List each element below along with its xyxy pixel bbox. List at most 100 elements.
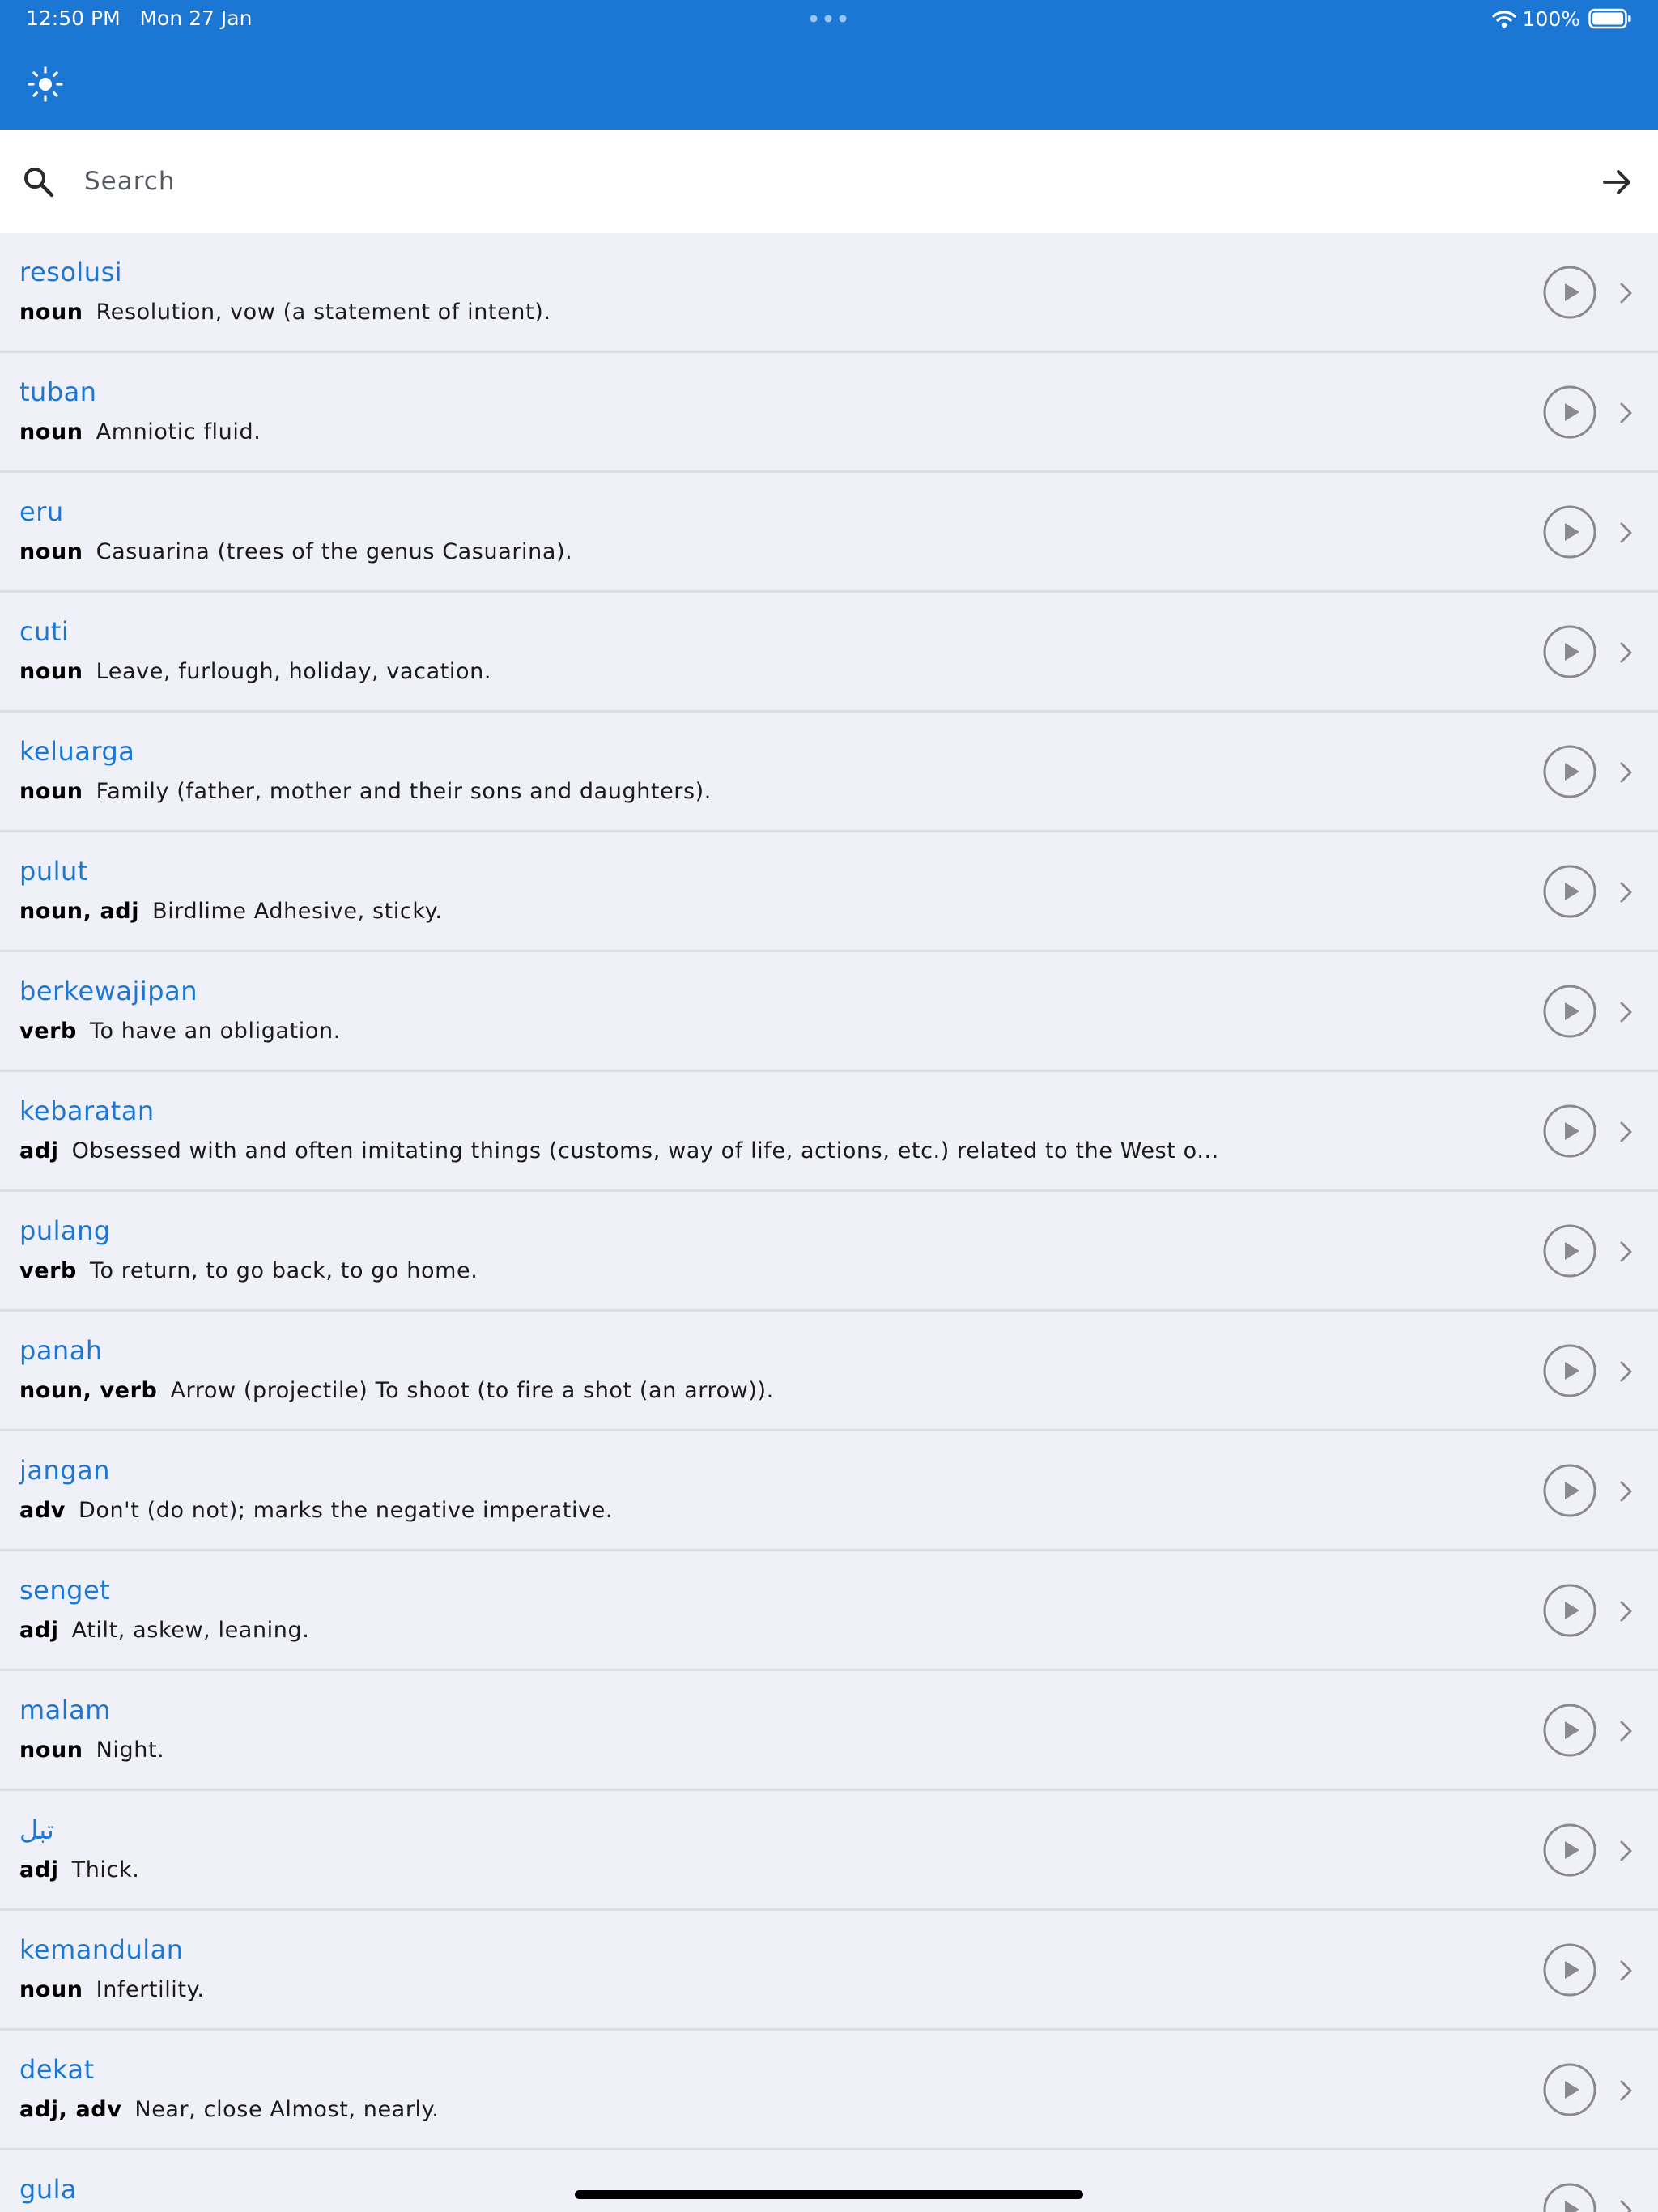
list-item[interactable]: jangan adv Don't (do not); marks the nega… xyxy=(0,1431,1658,1551)
list-item[interactable]: تبل adj Thick. xyxy=(0,1791,1658,1911)
list-item[interactable]: keluarga noun Family (father, mother and … xyxy=(0,713,1658,832)
entry-definition: Atilt, askew, leaning. xyxy=(71,1618,310,1643)
entry-definition-line: noun, verb Arrow (projectile) To shoot (t… xyxy=(19,1376,774,1406)
entry-part-of-speech: noun, adj xyxy=(19,899,140,924)
chevron-right-icon[interactable] xyxy=(1614,1716,1637,1746)
play-icon xyxy=(1565,1482,1579,1499)
entry-part-of-speech: adj xyxy=(19,1857,59,1882)
play-audio-button[interactable] xyxy=(1543,2063,1596,2116)
play-icon xyxy=(1565,403,1579,421)
play-icon xyxy=(1565,1602,1579,1619)
list-item[interactable]: pulut noun, adj Birdlime Adhesive, sticky… xyxy=(0,832,1658,952)
chevron-right-icon[interactable] xyxy=(1614,1597,1637,1626)
play-audio-button[interactable] xyxy=(1543,505,1596,559)
entry-word: panah xyxy=(19,1335,103,1366)
entry-word: eru xyxy=(19,496,64,527)
entry-definition-line: noun Night. xyxy=(19,1736,164,1765)
play-audio-button[interactable] xyxy=(1543,865,1596,918)
play-icon xyxy=(1565,883,1579,900)
entry-definition-line: adv Don't (do not); marks the negative im… xyxy=(19,1496,613,1525)
chevron-right-icon[interactable] xyxy=(1614,638,1637,667)
entry-definition-line: adj, adv Near, close Almost, nearly. xyxy=(19,2095,440,2125)
entry-word: kemandulan xyxy=(19,1934,184,1965)
play-audio-button[interactable] xyxy=(1543,266,1596,319)
chevron-right-icon[interactable] xyxy=(1614,279,1637,308)
list-item[interactable]: panah noun, verb Arrow (projectile) To sh… xyxy=(0,1312,1658,1431)
entry-definition: Birdlime Adhesive, sticky. xyxy=(152,899,443,924)
arrow-right-icon[interactable] xyxy=(1600,164,1635,200)
list-item[interactable]: berkewajipan verb To have an obligation. xyxy=(0,952,1658,1072)
entry-definition: Resolution, vow (a statement of intent). xyxy=(96,300,551,325)
list-item[interactable]: malam noun Night. xyxy=(0,1671,1658,1791)
list-item[interactable]: dekat adj, adv Near, close Almost, nearly… xyxy=(0,2031,1658,2150)
play-audio-button[interactable] xyxy=(1543,1943,1596,1997)
entry-word: malam xyxy=(19,1695,111,1725)
chevron-right-icon[interactable] xyxy=(1614,518,1637,547)
chevron-right-icon[interactable] xyxy=(1614,1237,1637,1266)
entry-definition: Leave, furlough, holiday, vacation. xyxy=(96,659,492,684)
entry-definition: Obsessed with and often imitating things… xyxy=(71,1138,1219,1163)
chevron-right-icon[interactable] xyxy=(1614,1477,1637,1506)
entry-definition-line: noun Resolution, vow (a statement of inte… xyxy=(19,298,551,327)
chevron-right-icon[interactable] xyxy=(1614,1117,1637,1146)
list-item[interactable]: pulang verb To return, to go back, to go … xyxy=(0,1192,1658,1312)
play-audio-button[interactable] xyxy=(1543,745,1596,798)
list-item[interactable]: gula xyxy=(0,2150,1658,2212)
entry-part-of-speech: adj, adv xyxy=(19,2097,122,2122)
multitasking-dots-icon[interactable] xyxy=(810,15,847,23)
list-item[interactable]: kemandulan noun Infertility. xyxy=(0,1911,1658,2031)
play-audio-button[interactable] xyxy=(1543,2183,1596,2212)
play-icon xyxy=(1565,763,1579,781)
play-audio-button[interactable] xyxy=(1543,985,1596,1038)
list-item[interactable]: senget adj Atilt, askew, leaning. xyxy=(0,1551,1658,1671)
list-item[interactable]: eru noun Casuarina (trees of the genus Ca… xyxy=(0,473,1658,593)
battery-percentage: 100% xyxy=(1522,6,1580,31)
chevron-right-icon[interactable] xyxy=(1614,2196,1637,2212)
status-bar-right: 100% xyxy=(1491,6,1632,31)
entry-word: pulang xyxy=(19,1215,111,1246)
entry-part-of-speech: adj xyxy=(19,1618,59,1643)
battery-icon xyxy=(1588,8,1631,29)
home-indicator[interactable] xyxy=(575,2190,1083,2199)
list-item[interactable]: kebaratan adj Obsessed with and often imi… xyxy=(0,1072,1658,1192)
entry-definition: Casuarina (trees of the genus Casuarina)… xyxy=(96,539,573,564)
play-audio-button[interactable] xyxy=(1543,385,1596,439)
entry-list: resolusi noun Resolution, vow (a statemen… xyxy=(0,233,1658,2212)
play-icon xyxy=(1565,643,1579,661)
entry-part-of-speech: noun xyxy=(19,300,83,325)
search-icon[interactable] xyxy=(21,164,57,200)
list-item[interactable]: resolusi noun Resolution, vow (a statemen… xyxy=(0,233,1658,353)
chevron-right-icon[interactable] xyxy=(1614,758,1637,787)
play-audio-button[interactable] xyxy=(1543,1823,1596,1877)
search-input[interactable] xyxy=(84,157,1541,206)
play-audio-button[interactable] xyxy=(1543,1224,1596,1278)
chevron-right-icon[interactable] xyxy=(1614,878,1637,907)
chevron-right-icon[interactable] xyxy=(1614,1956,1637,1985)
play-icon xyxy=(1565,1721,1579,1739)
entry-definition: Infertility. xyxy=(96,1977,205,2002)
play-icon xyxy=(1565,2081,1579,2099)
entry-definition-line: noun, adj Birdlime Adhesive, sticky. xyxy=(19,897,443,926)
chevron-right-icon[interactable] xyxy=(1614,1836,1637,1865)
chevron-right-icon[interactable] xyxy=(1614,2076,1637,2105)
list-item[interactable]: tuban noun Amniotic fluid. xyxy=(0,353,1658,473)
status-bar-time: 12:50 PM Mon 27 Jan xyxy=(26,6,252,31)
play-audio-button[interactable] xyxy=(1543,1704,1596,1757)
chevron-right-icon[interactable] xyxy=(1614,998,1637,1027)
play-audio-button[interactable] xyxy=(1543,1464,1596,1517)
play-icon xyxy=(1565,1122,1579,1140)
entry-word: jangan xyxy=(19,1455,110,1486)
status-date: Mon 27 Jan xyxy=(139,6,253,30)
play-audio-button[interactable] xyxy=(1543,1584,1596,1637)
list-item[interactable]: cuti noun Leave, furlough, holiday, vacat… xyxy=(0,593,1658,713)
sun-icon[interactable] xyxy=(28,66,63,102)
play-audio-button[interactable] xyxy=(1543,1344,1596,1397)
chevron-right-icon[interactable] xyxy=(1614,398,1637,428)
entry-definition: Family (father, mother and their sons an… xyxy=(96,779,712,804)
play-icon xyxy=(1565,1242,1579,1260)
entry-definition: Night. xyxy=(96,1738,165,1763)
play-audio-button[interactable] xyxy=(1543,1104,1596,1158)
entry-definition: Amniotic fluid. xyxy=(96,419,261,445)
play-audio-button[interactable] xyxy=(1543,625,1596,678)
chevron-right-icon[interactable] xyxy=(1614,1357,1637,1386)
